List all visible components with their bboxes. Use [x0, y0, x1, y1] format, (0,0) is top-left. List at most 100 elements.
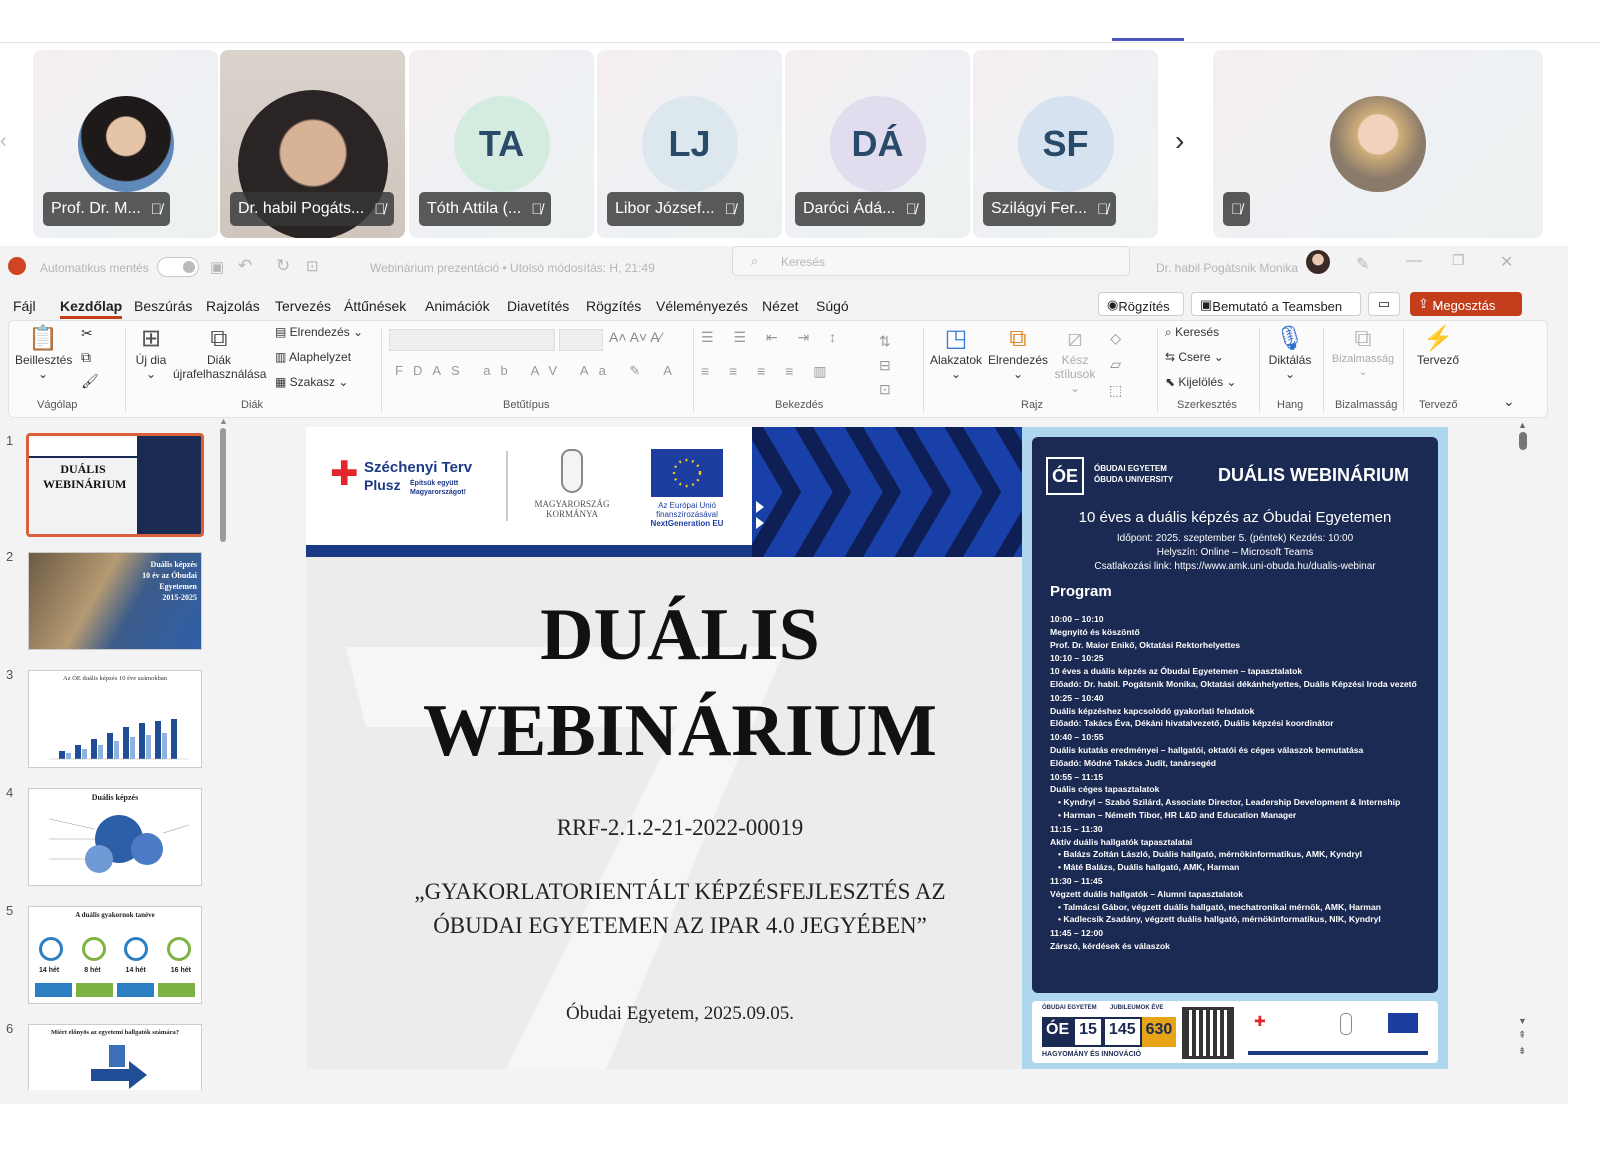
- tab-record[interactable]: Rögzítés: [586, 298, 641, 314]
- search-box[interactable]: ⌕ Keresés: [732, 246, 1130, 276]
- shapes-button[interactable]: ◳ Alakzatok ⌄: [927, 325, 985, 381]
- record-button[interactable]: ◉ Rögzítés: [1098, 292, 1184, 316]
- slide-scrollbar[interactable]: ▲ ▼ ⇞ ⇟: [1516, 420, 1530, 1070]
- top-divider: [0, 42, 1600, 43]
- poster-program-panel: ÓE ÓBUDAI EGYETEM ÓBUDA UNIVERSITY DUÁLIS…: [1032, 437, 1438, 993]
- participant-tile[interactable]: TA Tóth Attila (... 🎙̸: [409, 50, 594, 238]
- alignment-buttons[interactable]: ≡ ≡ ≡ ≡ ▥: [701, 363, 834, 380]
- reuse-slides-icon: ⧉: [210, 325, 228, 352]
- shape-format-icons[interactable]: ◇ ▱ ⬚: [1109, 325, 1122, 403]
- paragraph-buttons[interactable]: ☰ ☰ ⇤ ⇥ ↕: [701, 329, 844, 346]
- text-direction-buttons[interactable]: ⇅ ⊟ ⊡: [879, 329, 891, 401]
- participant-avatar: DÁ: [829, 96, 926, 192]
- slide-thumbnail-6[interactable]: Miért előnyös az egyetemi hallgatók szám…: [28, 1024, 202, 1090]
- participant-tile[interactable]: LJ Libor József... 🎙̸: [597, 50, 782, 238]
- poster-link: Csatlakozási link: https://www.amk.uni-o…: [1094, 561, 1376, 572]
- thumbnails-scrollbar[interactable]: [220, 428, 226, 542]
- previous-slide-icon[interactable]: ⇞: [1518, 1030, 1526, 1041]
- group-editing: Szerkesztés: [1177, 399, 1237, 411]
- poster-heading: DUÁLIS WEBINÁRIUM: [1218, 465, 1409, 485]
- user-avatar[interactable]: [1306, 250, 1330, 274]
- participant-tile[interactable]: SF Szilágyi Fer... 🎙̸: [973, 50, 1158, 238]
- find-button[interactable]: ⌕ Keresés: [1165, 325, 1219, 340]
- redo-icon[interactable]: ↻: [276, 256, 290, 276]
- muted-microphone-icon: 🎙̸: [150, 200, 163, 218]
- participant-avatar: TA: [453, 96, 550, 192]
- szechenyi-small-icon: ✚: [1254, 1013, 1266, 1029]
- tab-review[interactable]: Véleményezés: [656, 298, 748, 314]
- participant-tile[interactable]: 🎙̸: [1213, 50, 1543, 238]
- slide-thumbnail-2[interactable]: Duális képzés 10 év az Óbudai Egyetemen …: [28, 552, 202, 650]
- tab-view[interactable]: Nézet: [762, 298, 799, 314]
- autosave-toggle[interactable]: [157, 257, 199, 277]
- participant-tile[interactable]: Prof. Dr. M... 🎙̸: [33, 50, 218, 238]
- font-size-controls[interactable]: A˄ A˅ A⁄: [609, 329, 662, 345]
- tab-home[interactable]: Kezdőlap: [60, 298, 123, 319]
- slide-thumbnail-5[interactable]: A duális gyakornok tanéve 14 hét 8 hét 14 …: [28, 906, 202, 1004]
- participant-tile[interactable]: Dr. habil Pogáts... 🎙̸: [220, 50, 405, 238]
- font-format-buttons[interactable]: FDAS ab AV Aa ✎ A: [395, 363, 682, 379]
- slide-thumbnail-1[interactable]: DUÁLIS WEBINÁRIUM: [26, 433, 204, 537]
- collapse-ribbon-icon[interactable]: ⌄: [1503, 393, 1515, 410]
- copy-icon[interactable]: ⧉: [81, 349, 91, 366]
- slide-thumbnail-4[interactable]: Duális képzés: [28, 788, 202, 886]
- tab-transitions[interactable]: Áttűnések: [344, 298, 406, 314]
- designer-button[interactable]: ⚡ Tervező: [1407, 325, 1469, 367]
- program-item: 11:15 – 11:30 Aktív duális hallgatók tapa…: [1050, 823, 1430, 874]
- tab-animations[interactable]: Animációk: [425, 298, 490, 314]
- format-painter-icon[interactable]: 🖌: [81, 373, 99, 390]
- restore-icon[interactable]: ❐: [1452, 252, 1465, 269]
- scroll-up-icon[interactable]: ▲: [219, 416, 228, 426]
- tab-draw[interactable]: Rajzolás: [206, 298, 260, 314]
- participant-avatar: LJ: [641, 96, 738, 192]
- next-participants-button[interactable]: ›: [1175, 125, 1184, 157]
- share-button[interactable]: ⇪ Megosztás ⌄: [1410, 292, 1522, 316]
- next-slide-icon[interactable]: ⇟: [1518, 1046, 1526, 1057]
- sensitivity-icon: ⧉: [1354, 325, 1372, 352]
- cut-icon[interactable]: ✂: [81, 325, 93, 342]
- new-slide-button[interactable]: ⊞ Új dia ⌄: [129, 325, 173, 381]
- font-size-box[interactable]: [559, 329, 603, 351]
- slide-footer-date: Óbudai Egyetem, 2025.09.05.: [566, 1003, 794, 1024]
- layout-button[interactable]: ▤ Elrendezés ⌄: [275, 325, 363, 339]
- poster-subtitle: 10 éves a duális képzés az Óbudai Egyete…: [1078, 509, 1392, 526]
- quick-styles-button[interactable]: ⧄ Kész stílusok ⌄: [1049, 325, 1101, 395]
- close-icon[interactable]: ✕: [1500, 252, 1513, 272]
- sensitivity-button[interactable]: ⧉ Bizalmasság ⌄: [1327, 325, 1399, 378]
- left-scroll-arrow[interactable]: ‹: [0, 130, 7, 153]
- minimize-icon[interactable]: —: [1406, 252, 1422, 270]
- group-voice: Hang: [1277, 399, 1304, 411]
- tab-help[interactable]: Súgó: [816, 298, 849, 314]
- eu-logo: Az Európai Unió finanszírozásával NextGe…: [632, 449, 742, 528]
- paste-button[interactable]: 📋 Beillesztés ⌄: [15, 325, 72, 381]
- tab-slideshow[interactable]: Diavetítés: [507, 298, 569, 314]
- participant-tile[interactable]: DÁ Daróci Ádá... 🎙̸: [785, 50, 970, 238]
- comments-button[interactable]: ▭: [1368, 292, 1400, 316]
- tab-design[interactable]: Tervezés: [275, 298, 331, 314]
- tab-file[interactable]: Fájl: [13, 298, 36, 314]
- program-list: 10:00 – 10:10 Megnyitó és köszöntő Prof. D…: [1050, 613, 1430, 954]
- participant-name: Tóth Attila (...: [427, 200, 522, 217]
- quick-styles-icon: ⧄: [1067, 325, 1083, 352]
- program-time: 11:30 – 11:45: [1050, 875, 1103, 886]
- present-icon[interactable]: ⊡: [306, 257, 319, 275]
- present-in-teams-button[interactable]: ▣ Bemutató a Teamsben: [1191, 292, 1361, 316]
- replace-button[interactable]: ⇆ Csere ⌄: [1165, 350, 1224, 364]
- document-title[interactable]: Webinárium prezentáció • Utolsó módosítá…: [370, 261, 655, 275]
- slide-thumbnail-3[interactable]: Az ÓE duális képzés 10 éve számokban: [28, 670, 202, 768]
- select-button[interactable]: ⬉ Kijelölés ⌄: [1165, 375, 1236, 389]
- pen-icon[interactable]: ✎: [1356, 254, 1369, 274]
- arrange-button[interactable]: ⧉ Elrendezés ⌄: [987, 325, 1049, 381]
- font-name-box[interactable]: [389, 329, 555, 351]
- reset-button[interactable]: ▥ Alaphelyzet: [275, 350, 351, 364]
- save-icon[interactable]: ▣: [210, 258, 224, 276]
- tab-insert[interactable]: Beszúrás: [134, 298, 192, 314]
- undo-icon[interactable]: ↶: [238, 256, 252, 276]
- section-button[interactable]: ▦ Szakasz ⌄: [275, 375, 348, 389]
- muted-microphone-icon: 🎙̸: [1097, 200, 1109, 218]
- program-time: 11:15 – 11:30: [1050, 823, 1103, 834]
- jubilee-labels: ÓBUDAI EGYETEM JUBILEUMOK ÉVE: [1042, 1005, 1164, 1011]
- program-line: 10 éves a duális képzés az Óbudai Egyete…: [1050, 666, 1303, 677]
- dictate-button[interactable]: 🎙 Diktálás ⌄: [1265, 325, 1315, 381]
- reuse-slides-button[interactable]: ⧉ Diák újrafelhasználása: [173, 325, 266, 381]
